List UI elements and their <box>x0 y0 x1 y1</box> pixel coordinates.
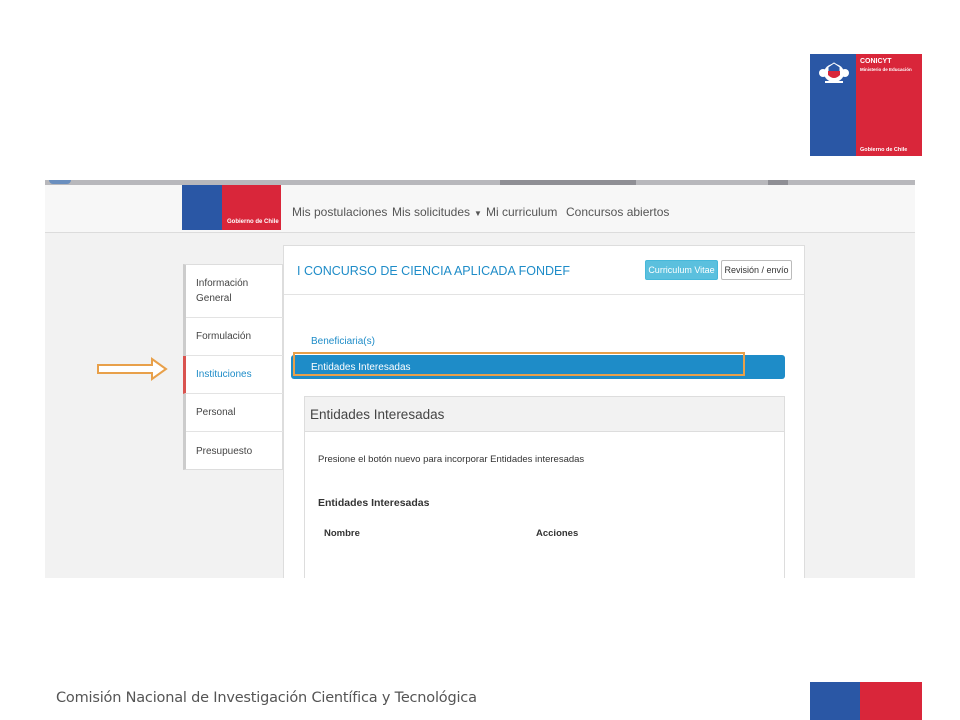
card-title: Entidades Interesadas <box>310 407 445 422</box>
arrow-right-icon <box>97 357 168 381</box>
section-subtitle: Entidades Interesadas <box>318 497 430 509</box>
top-navbar: Gobierno de Chile Mis postulaciones Mis … <box>45 185 915 233</box>
sidebar-item-formulacion[interactable]: Formulación <box>186 318 283 356</box>
nav-concursos-abiertos[interactable]: Concursos abiertos <box>566 205 669 219</box>
revision-envio-button[interactable]: Revisión / envío <box>721 260 792 280</box>
contest-title: I CONCURSO DE CIENCIA APLICADA FONDEF <box>297 264 570 278</box>
sidebar-item-informacion-general[interactable]: Información General <box>186 265 283 318</box>
panel-header: I CONCURSO DE CIENCIA APLICADA FONDEF Cu… <box>284 246 804 295</box>
gobierno-logo-text: Gobierno de Chile <box>227 219 279 225</box>
conicyt-logo: CONICYT Ministerio de Educación Gobierno… <box>810 54 922 156</box>
tab-beneficiarias[interactable]: Beneficiaria(s) <box>311 336 375 347</box>
footer-organization: Comisión Nacional de Investigación Cient… <box>56 690 477 706</box>
nav-mi-curriculum[interactable]: Mi curriculum <box>486 205 557 219</box>
highlight-box <box>293 352 745 376</box>
caret-down-icon: ▼ <box>474 209 482 218</box>
sidebar-item-presupuesto[interactable]: Presupuesto <box>186 432 283 470</box>
footer-flag <box>810 682 922 720</box>
curriculum-vitae-button[interactable]: Curriculum Vitae <box>645 260 718 280</box>
sidebar-item-instituciones[interactable]: Instituciones <box>183 356 283 394</box>
coat-of-arms-icon <box>819 62 849 83</box>
entidades-card: Entidades Interesadas Presione el botón … <box>304 396 785 578</box>
conicyt-brand: CONICYT <box>860 58 892 65</box>
embedded-screenshot: Gobierno de Chile Mis postulaciones Mis … <box>45 180 915 578</box>
nav-mis-solicitudes[interactable]: Mis solicitudes ▼ <box>392 205 482 219</box>
gobierno-logo[interactable]: Gobierno de Chile <box>182 185 281 230</box>
ministry-label: Ministerio de Educación <box>860 67 912 72</box>
instruction-text: Presione el botón nuevo para incorporar … <box>318 454 585 465</box>
sidebar: Información General Formulación Instituc… <box>183 264 283 470</box>
sidebar-item-personal[interactable]: Personal <box>186 394 283 432</box>
government-label: Gobierno de Chile <box>860 147 908 153</box>
main-panel: I CONCURSO DE CIENCIA APLICADA FONDEF Cu… <box>283 245 805 578</box>
nav-mis-postulaciones[interactable]: Mis postulaciones <box>292 205 387 219</box>
column-header-nombre: Nombre <box>324 528 360 539</box>
column-header-acciones: Acciones <box>536 528 579 539</box>
